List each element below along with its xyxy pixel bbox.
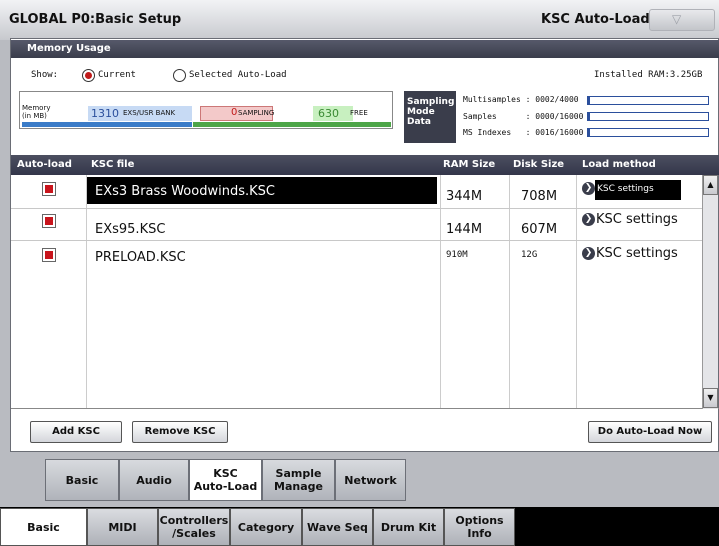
tab-sample-manage[interactable]: Sample Manage	[262, 459, 335, 501]
chevron-right-icon: ❯	[582, 182, 595, 195]
bottom-tab-midi-label: MIDI	[108, 520, 137, 534]
auto-load-checkbox[interactable]	[42, 214, 56, 228]
col-ram-size: RAM Size	[443, 159, 496, 170]
multisamples-gauge-fill	[588, 97, 590, 104]
bottom-tab-category[interactable]: Category	[230, 508, 302, 546]
table-bottom-border	[11, 408, 719, 409]
bottom-tab-options-label-1: Options	[455, 514, 504, 527]
col-disk-size: Disk Size	[513, 159, 565, 170]
load-method-value[interactable]: KSC settings	[596, 212, 678, 227]
ksc-file-name: EXs95.KSC	[95, 222, 166, 237]
samples-gauge	[587, 112, 709, 121]
tab-ksc-label-1: KSC	[213, 467, 238, 480]
bottom-tab-controllers-scales[interactable]: Controllers/Scales	[158, 508, 230, 546]
bottom-tab-basic[interactable]: Basic	[0, 508, 87, 546]
free-usage-bar	[193, 122, 391, 127]
exs-usr-bank-value: 1310	[91, 107, 119, 120]
memory-usage-title: Memory Usage	[27, 43, 111, 54]
auto-load-checkbox[interactable]	[42, 182, 56, 196]
tab-ksc-label-2: Auto-Load	[193, 480, 258, 493]
sampling-mode-data-label: Sampling Mode Data	[404, 91, 456, 143]
radio-selected-auto-load-label: Selected Auto-Load	[189, 70, 287, 80]
exs-usr-bank-label: EXS/USR BANK	[123, 109, 176, 117]
tab-network[interactable]: Network	[335, 459, 406, 501]
ram-size: 344M	[446, 189, 483, 204]
radio-current-label: Current	[98, 70, 136, 80]
scroll-down-icon[interactable]: ▼	[703, 388, 718, 408]
tab-network-label: Network	[344, 473, 397, 487]
bottom-tab-midi[interactable]: MIDI	[87, 508, 158, 546]
col-auto-load: Auto-load	[17, 159, 72, 170]
tab-sample-label-2: Manage	[274, 480, 323, 493]
load-method-value[interactable]: KSC settings	[596, 246, 678, 261]
bottom-tab-wave-seq[interactable]: Wave Seq	[302, 508, 373, 546]
disk-size: 12G	[521, 250, 538, 260]
smd-label-3: Data	[407, 117, 431, 127]
memory-usage-header: Memory Usage	[11, 40, 719, 58]
memory-units: (in MB)	[22, 112, 47, 120]
memory-units-label: Memory (in MB)	[22, 104, 50, 120]
tab-audio[interactable]: Audio	[119, 459, 189, 501]
exs-usage-bar	[22, 122, 192, 127]
auto-load-checkbox[interactable]	[42, 248, 56, 262]
bottom-tab-wave-seq-label: Wave Seq	[307, 520, 368, 534]
disk-size: 607M	[521, 222, 558, 237]
ms-indexes-gauge	[587, 128, 709, 137]
scroll-up-icon[interactable]: ▲	[703, 175, 718, 195]
col-ksc-file: KSC file	[91, 159, 135, 170]
ram-size: 910M	[446, 250, 468, 260]
ms-indexes-gauge-fill	[588, 129, 590, 136]
page-menu-button[interactable]: ▽	[649, 9, 715, 31]
installed-ram: Installed RAM:3.25GB	[594, 70, 703, 80]
smd-label-2: Mode	[407, 107, 435, 117]
page-title: GLOBAL P0:Basic Setup	[9, 12, 182, 27]
smd-label-1: Sampling	[407, 97, 455, 107]
remove-ksc-button[interactable]: Remove KSC	[132, 421, 228, 443]
bottom-tab-options-info[interactable]: Options Info	[444, 508, 515, 546]
add-ksc-button[interactable]: Add KSC	[30, 421, 122, 443]
tab-basic-label: Basic	[65, 473, 99, 487]
table-header: Auto-load KSC file RAM Size Disk Size Lo…	[11, 155, 719, 175]
bottom-tab-controllers-label-2: /Scales	[172, 527, 216, 540]
ksc-file-name: EXs3 Brass Woodwinds.KSC	[95, 184, 275, 199]
bottom-tab-drum-kit-label: Drum Kit	[380, 520, 437, 534]
bottom-tab-drum-kit[interactable]: Drum Kit	[373, 508, 444, 546]
samples-count: Samples : 0000/16000	[463, 112, 584, 121]
bottom-tab-category-label: Category	[237, 520, 295, 534]
multisamples-gauge	[587, 96, 709, 105]
ms-indexes-count: MS Indexes : 0016/16000	[463, 128, 584, 137]
do-auto-load-now-button[interactable]: Do Auto-Load Now	[588, 421, 712, 443]
bottom-tab-controllers-label-1: Controllers	[159, 514, 229, 527]
radio-selected-auto-load[interactable]	[173, 69, 186, 82]
chevron-right-icon: ❯	[582, 247, 595, 260]
memory-label: Memory	[22, 104, 51, 112]
ksc-file-name: PRELOAD.KSC	[95, 250, 186, 265]
tab-audio-label: Audio	[136, 473, 172, 487]
load-method-value: KSC settings	[597, 184, 654, 194]
radio-current[interactable]	[82, 69, 95, 82]
chevron-down-icon: ▽	[672, 12, 682, 26]
tab-ksc-auto-load[interactable]: KSC Auto-Load	[189, 459, 262, 501]
page-name: KSC Auto-Load	[541, 12, 650, 27]
tab-basic[interactable]: Basic	[45, 459, 119, 501]
bottom-tab-options-label-2: Info	[467, 527, 492, 540]
chevron-right-icon: ❯	[582, 213, 595, 226]
free-value: 630	[318, 107, 339, 120]
sampling-label: SAMPLING	[238, 109, 275, 117]
samples-gauge-fill	[588, 113, 590, 120]
ram-size: 144M	[446, 222, 483, 237]
disk-size: 708M	[521, 189, 558, 204]
bottom-tab-basic-label: Basic	[27, 520, 60, 534]
col-load-method: Load method	[582, 159, 656, 170]
table-scrollbar[interactable]	[702, 175, 718, 409]
tab-sample-label-1: Sample	[275, 467, 322, 480]
multisamples-count: Multisamples : 0002/4000	[463, 95, 579, 104]
free-label: FREE	[350, 109, 368, 117]
sampling-value: 0	[231, 107, 238, 118]
show-label: Show:	[31, 70, 59, 80]
